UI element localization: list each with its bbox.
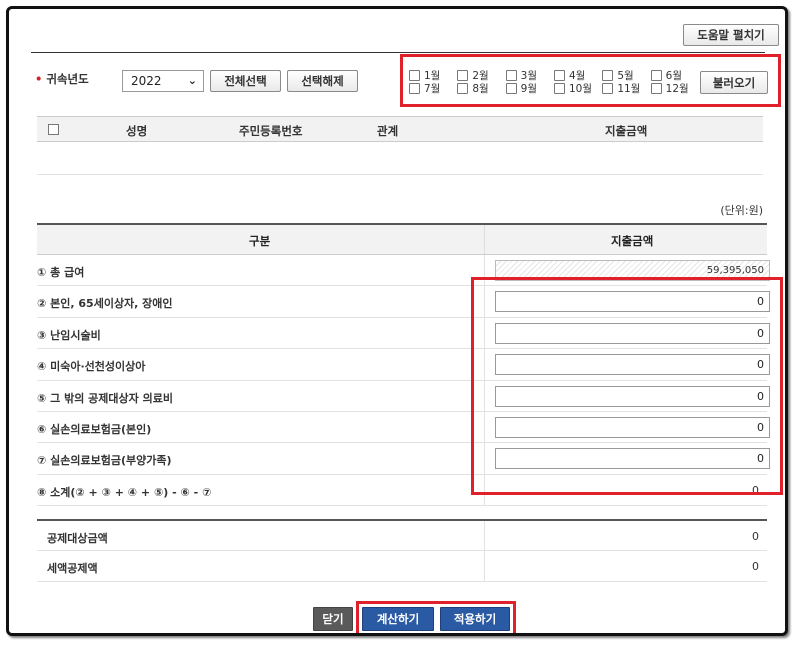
dialog-window: 도움말 펼치기 • 귀속년도 2022 ⌄ 전체선택 선택해제 1월 2월 3월 4월 5… xyxy=(6,6,788,636)
year-select-value: 2022 xyxy=(131,74,162,88)
close-button[interactable]: 닫기 xyxy=(313,607,353,631)
select-all-button[interactable]: 전체선택 xyxy=(210,70,281,92)
row-label: ⑤ 그 밖의 공제대상자 의료비 xyxy=(37,391,173,405)
row-label: ⑦ 실손의료보험금(부양가족) xyxy=(37,454,172,468)
deductible-amount-value: 0 xyxy=(752,530,759,544)
row-label: ⑧ 소계(② + ③ + ④ + ⑤) - ⑥ - ⑦ xyxy=(37,485,212,499)
highlight-input-box xyxy=(471,277,783,495)
dependents-table-header: 성명 주민등록번호 관계 지출금액 xyxy=(37,116,763,142)
grid-header-amount: 지출금액 xyxy=(611,234,654,248)
unit-label: (단위:원) xyxy=(720,204,763,217)
row-label: ① 총 급여 xyxy=(37,266,85,279)
row-label: ④ 미숙아·선천성이상아 xyxy=(37,360,146,374)
highlight-month-box xyxy=(400,54,781,107)
header-relation: 관계 xyxy=(377,124,399,138)
row-label: 공제대상금액 xyxy=(47,532,108,546)
grid-header: 구분 지출금액 xyxy=(37,223,767,255)
header-name: 성명 xyxy=(126,124,148,138)
row-tax-credit: 세액공제액 0 xyxy=(37,550,767,582)
year-label: • 귀속년도 xyxy=(35,71,89,87)
select-all-checkbox[interactable] xyxy=(48,124,59,135)
column-divider xyxy=(484,521,485,550)
row-label: ③ 난임시술비 xyxy=(37,328,101,342)
highlight-action-box xyxy=(356,601,516,633)
column-divider xyxy=(484,550,485,581)
chevron-down-icon: ⌄ xyxy=(187,74,197,87)
column-divider xyxy=(484,225,485,254)
row-label: 세액공제액 xyxy=(47,561,98,575)
row-label: ② 본인, 65세이상자, 장애인 xyxy=(37,297,173,311)
tax-credit-value: 0 xyxy=(752,559,759,573)
row-label: ⑥ 실손의료보험금(본인) xyxy=(37,422,152,436)
grid-header-category: 구분 xyxy=(249,234,271,248)
dependents-empty-row xyxy=(37,143,763,175)
required-marker: • xyxy=(35,72,43,86)
year-select[interactable]: 2022 ⌄ xyxy=(122,70,204,92)
row-deductible-amount: 공제대상금액 0 xyxy=(37,519,767,551)
year-label-text: 귀속년도 xyxy=(46,72,89,86)
top-divider xyxy=(31,52,765,53)
header-expense: 지출금액 xyxy=(605,124,648,138)
help-toggle-button[interactable]: 도움말 펼치기 xyxy=(683,24,779,46)
deselect-all-button[interactable]: 선택해제 xyxy=(287,70,358,92)
header-resident-number: 주민등록번호 xyxy=(239,124,303,138)
